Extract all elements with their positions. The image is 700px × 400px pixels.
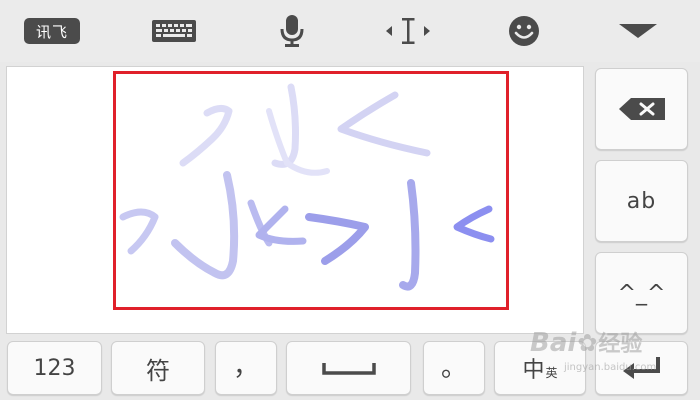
space-key[interactable] bbox=[286, 341, 411, 395]
keyboard-icon bbox=[152, 20, 196, 42]
ab-switch-label: ab bbox=[626, 188, 657, 214]
handwriting-canvas[interactable] bbox=[6, 66, 584, 334]
collapse-keyboard-button[interactable] bbox=[606, 8, 670, 54]
space-bar-icon bbox=[321, 363, 376, 375]
language-main-label: 中 bbox=[522, 358, 545, 383]
input-method-toolbar: 讯飞 bbox=[0, 0, 700, 62]
collapse-triangle-icon bbox=[619, 24, 657, 38]
cursor-move-button[interactable] bbox=[376, 8, 440, 54]
language-switch-key[interactable]: 中 英 bbox=[494, 341, 586, 395]
numbers-key-label: 123 bbox=[33, 355, 76, 381]
voice-input-button[interactable] bbox=[262, 8, 322, 54]
backspace-icon bbox=[618, 98, 665, 120]
numbers-key[interactable]: 123 bbox=[7, 341, 102, 395]
ifly-logo: 讯飞 bbox=[24, 18, 80, 44]
enter-arrow-icon bbox=[622, 357, 660, 379]
delete-button[interactable] bbox=[595, 68, 688, 150]
kaomoji-label: ^_^ bbox=[617, 280, 666, 306]
keyboard-toggle-button[interactable] bbox=[142, 8, 206, 54]
period-key[interactable]: 。 bbox=[423, 341, 485, 395]
handwriting-strokes bbox=[119, 83, 495, 291]
kaomoji-button[interactable]: ^_^ bbox=[595, 252, 688, 334]
microphone-icon bbox=[280, 15, 304, 47]
emoji-button[interactable] bbox=[494, 8, 554, 54]
text-cursor-icon bbox=[386, 18, 430, 44]
comma-key[interactable]: ， bbox=[215, 341, 277, 395]
ab-switch-button[interactable]: ab bbox=[595, 160, 688, 242]
language-sub-label: 英 bbox=[545, 365, 558, 380]
emoji-face-icon bbox=[509, 16, 539, 46]
symbols-key[interactable]: 符 bbox=[111, 341, 205, 395]
comma-key-label: ， bbox=[232, 351, 259, 382]
enter-key[interactable] bbox=[595, 341, 688, 395]
ifly-logo-label: 讯飞 bbox=[35, 22, 68, 41]
symbols-key-label: 符 bbox=[146, 356, 170, 385]
period-key-label: 。 bbox=[440, 352, 467, 383]
ifly-logo-button[interactable]: 讯飞 bbox=[20, 8, 84, 54]
